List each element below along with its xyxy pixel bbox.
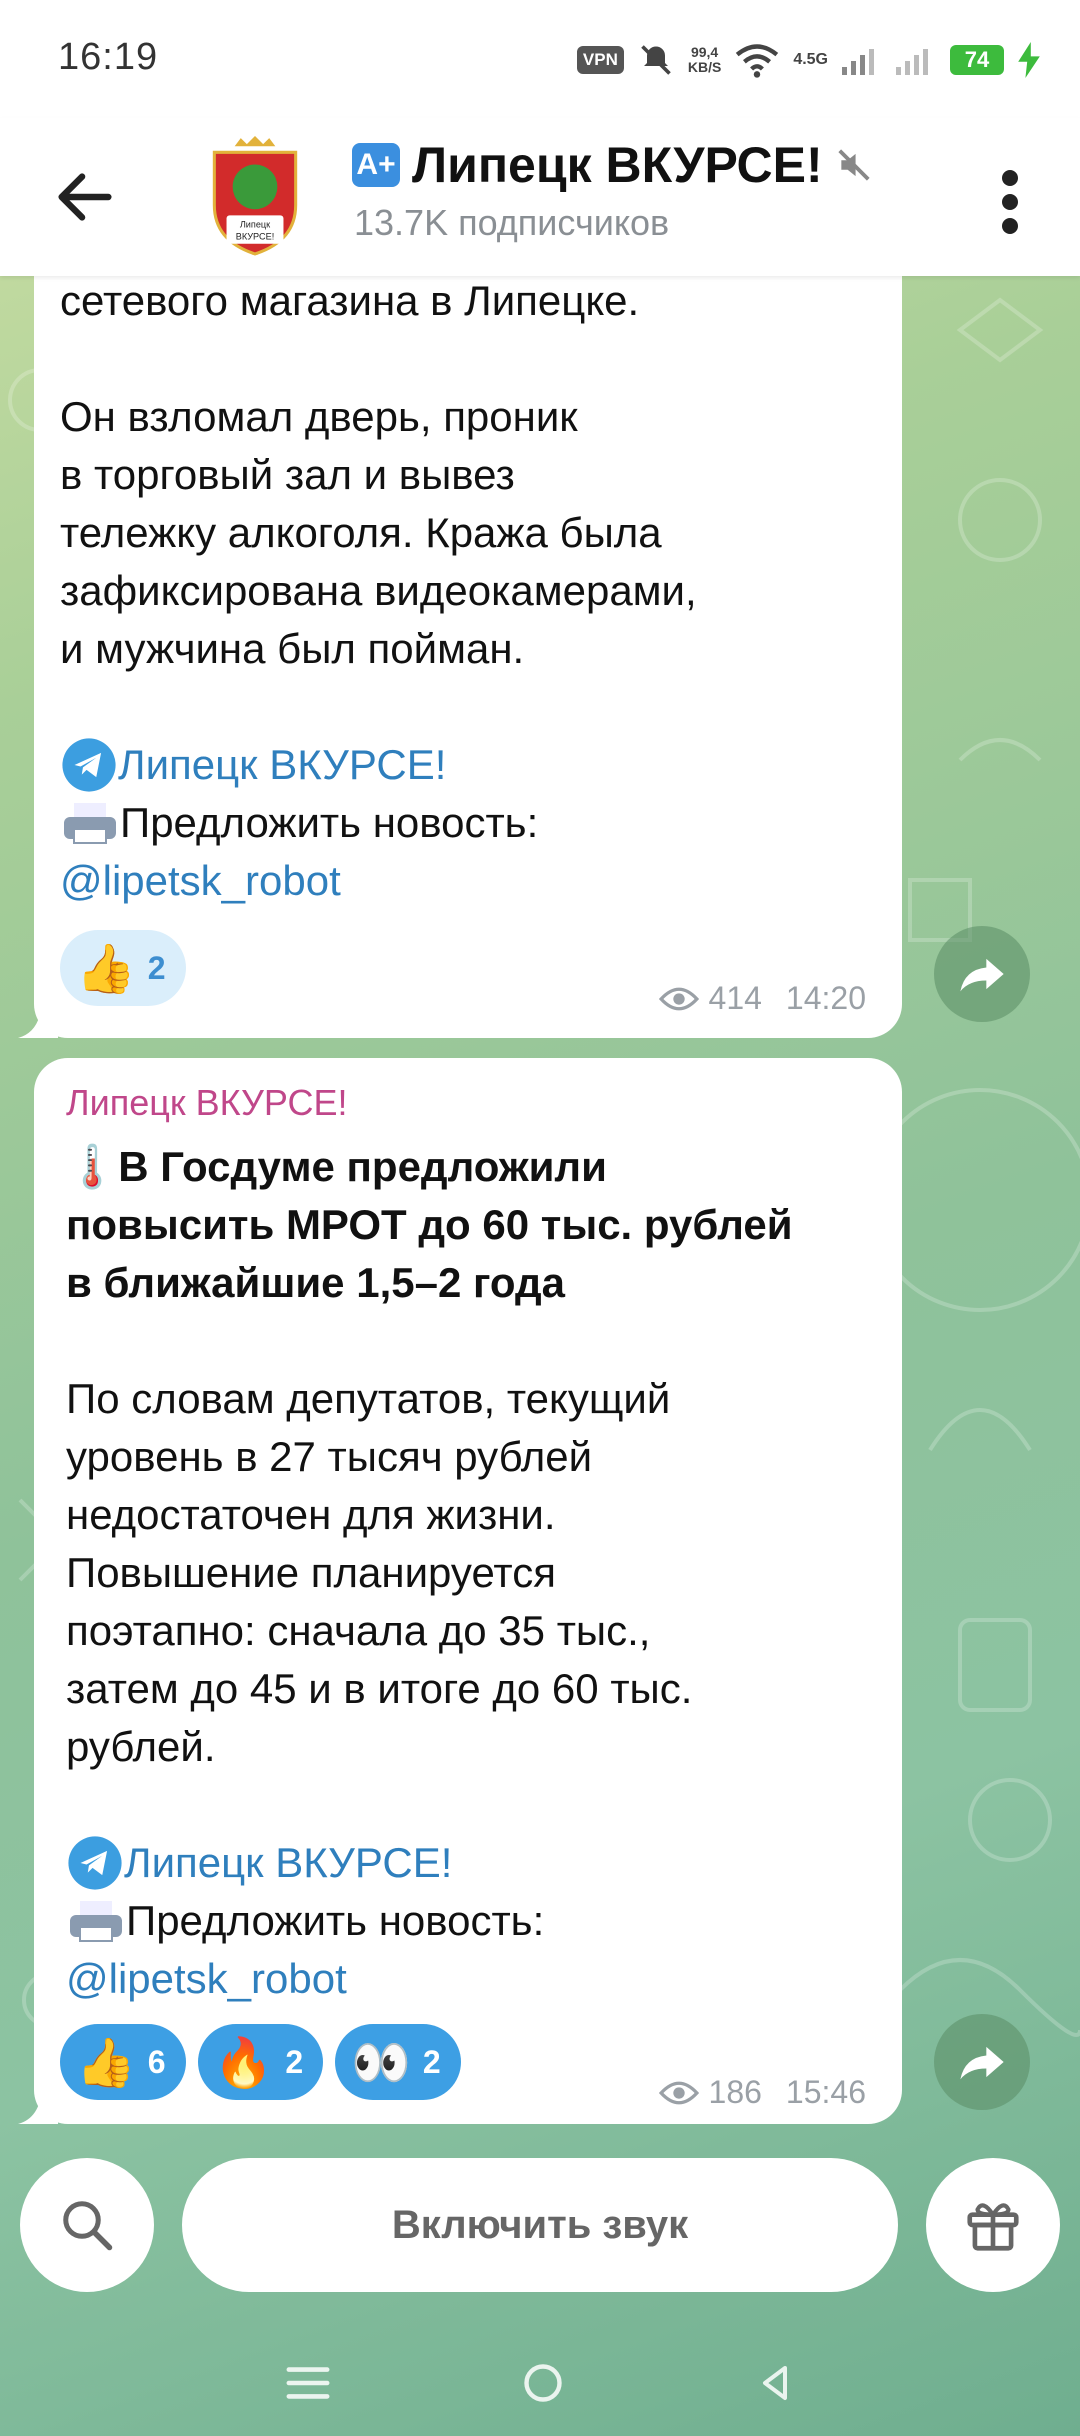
system-navigation-bar [0, 2330, 1080, 2436]
message-meta: 414 14:20 [658, 980, 866, 1017]
muted-speaker-icon [838, 149, 870, 181]
reaction-count: 6 [147, 2043, 166, 2080]
share-button[interactable] [934, 926, 1030, 1022]
menu-icon[interactable] [285, 2363, 331, 2403]
vpn-icon: VPN [576, 46, 624, 74]
svg-text:Липецк: Липецк [240, 220, 271, 230]
svg-text:ВКУРСЕ!: ВКУРСЕ! [236, 232, 275, 242]
bubble-tail [18, 2088, 58, 2124]
message-content: Липецк ВКУРСЕ! 🌡️В Госдуме предложили по… [66, 1082, 793, 2008]
reaction-thumbs-up[interactable]: 👍 2 [60, 930, 186, 1006]
gift-icon [967, 2203, 1019, 2251]
channel-link[interactable]: Липецк ВКУРСЕ! [118, 736, 446, 794]
reaction-count: 2 [422, 2043, 441, 2080]
network-type: 4.5G [793, 51, 828, 68]
message-bubble[interactable]: сетевого магазина в Липецке. Он взломал … [18, 230, 902, 1038]
signal-2-icon [896, 49, 928, 75]
status-bar: 16:19 VPN 99,4 KB/S 4.5G 74 [0, 0, 1080, 118]
suggest-news-label: Предложить новость: [126, 1897, 545, 1944]
unmute-button[interactable]: Включить звук [182, 2158, 898, 2292]
gift-button[interactable] [926, 2158, 1060, 2292]
message-meta: 186 15:46 [658, 2074, 866, 2111]
battery-indicator: 74 [950, 45, 1004, 75]
reaction-eyes[interactable]: 👀 2 [335, 2024, 461, 2100]
bubble-tail [18, 1002, 58, 1038]
clock: 16:19 [58, 36, 159, 78]
view-count: 414 [708, 980, 762, 1016]
reactions-row: 👍 2 [60, 930, 186, 1006]
status-icons: VPN 99,4 KB/S 4.5G 74 [576, 36, 1040, 84]
channel-title-block[interactable]: A+ Липецк ВКУРСЕ! 13.7K подписчиков [352, 136, 873, 244]
home-icon[interactable] [521, 2361, 565, 2405]
eye-icon [658, 2081, 699, 2104]
search-icon [63, 2201, 113, 2251]
back-icon[interactable] [755, 2361, 795, 2405]
message-time: 15:46 [785, 2074, 866, 2110]
message-time: 14:20 [785, 980, 866, 1016]
network-speed: 99,4 KB/S [687, 44, 722, 75]
search-button[interactable] [20, 2158, 154, 2292]
channel-avatar[interactable]: Липецк ВКУРСЕ! [204, 134, 306, 256]
thumbs-up-icon: 👍 [76, 2036, 136, 2090]
more-options-icon[interactable] [990, 162, 1030, 242]
bot-link[interactable]: @lipetsk_robot [66, 1950, 793, 2008]
reaction-count: 2 [285, 2043, 304, 2080]
message-text: сетевого магазина в Липецке. Он взломал … [60, 272, 697, 910]
fire-icon: 🔥 [213, 2036, 274, 2090]
bell-muted-icon [641, 45, 671, 75]
suggest-news-label: Предложить новость: [120, 799, 539, 846]
channel-link[interactable]: Липецк ВКУРСЕ! [124, 1834, 452, 1892]
telegram-icon [68, 1836, 122, 1890]
subscriber-count: 13.7K подписчиков [354, 202, 670, 243]
message-author[interactable]: Липецк ВКУРСЕ! [66, 1082, 793, 1124]
eye-icon [658, 987, 699, 1010]
message-bubble[interactable]: Липецк ВКУРСЕ! 🌡️В Госдуме предложили по… [18, 1058, 902, 2124]
chat-header: Липецк ВКУРСЕ! A+ Липецк ВКУРСЕ! 13.7K п… [0, 118, 1080, 276]
reactions-row: 👍 6 🔥 2 👀 2 [60, 2024, 461, 2100]
share-button[interactable] [934, 2014, 1030, 2110]
bot-link[interactable]: @lipetsk_robot [60, 852, 697, 910]
reaction-thumbs-up[interactable]: 👍 6 [60, 2024, 186, 2100]
reaction-count: 2 [147, 949, 166, 986]
thermometer-icon: 🌡️ [66, 1143, 119, 1190]
reaction-fire[interactable]: 🔥 2 [197, 2024, 324, 2100]
view-count: 186 [708, 2074, 762, 2110]
eyes-icon: 👀 [351, 2036, 411, 2090]
printer-icon [70, 1901, 122, 1942]
signal-icon [842, 49, 874, 75]
channel-badge-icon: A+ [352, 143, 400, 187]
printer-icon [64, 803, 116, 844]
share-arrow-icon [960, 2046, 1004, 2080]
channel-title: Липецк ВКУРСЕ! [412, 137, 823, 193]
message-text: По словам депутатов, текущий уровень в 2… [66, 1370, 793, 2008]
wifi-icon [736, 44, 779, 78]
message-headline: 🌡️В Госдуме предложили повысить МРОТ до … [66, 1143, 793, 1306]
telegram-icon [62, 738, 116, 792]
share-arrow-icon [960, 958, 1004, 992]
charging-bolt-icon [1018, 42, 1040, 78]
thumbs-up-icon: 👍 [76, 942, 136, 996]
back-arrow-icon[interactable] [50, 162, 120, 232]
